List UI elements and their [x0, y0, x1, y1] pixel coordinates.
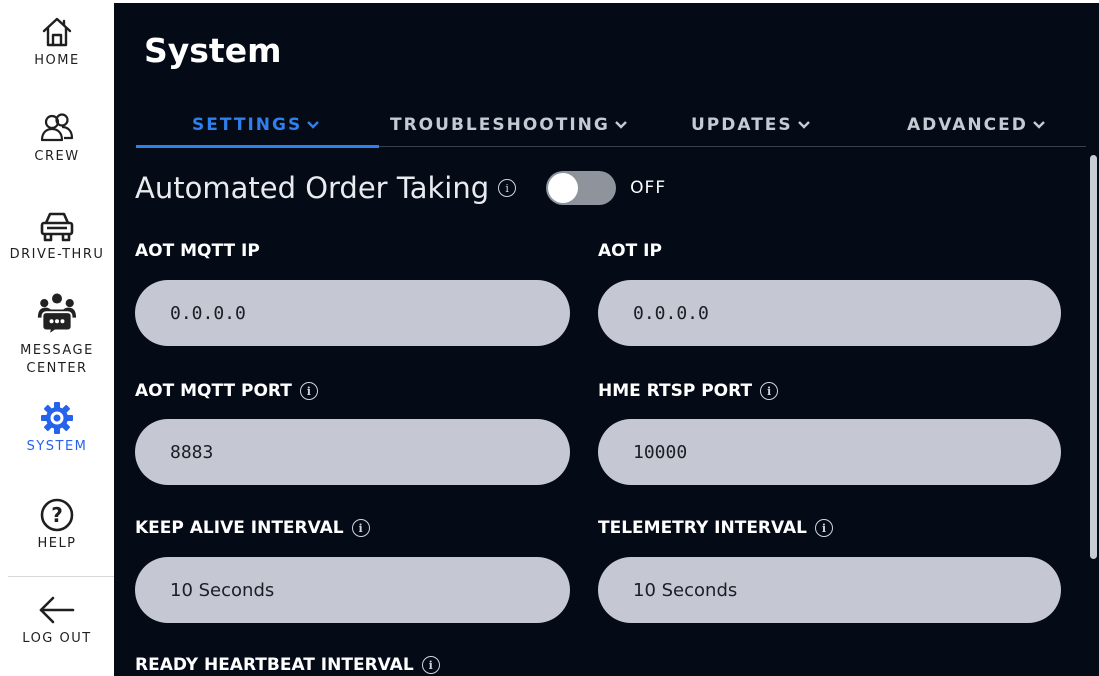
chevron-down-icon [614, 121, 627, 129]
aot-mqtt-ip-label: AOT MQTT IP [135, 241, 260, 261]
aot-mqtt-port-label: AOT MQTT PORT i [135, 381, 318, 401]
tab-settings-label: SETTINGS [192, 115, 303, 135]
aot-mqtt-port-input[interactable] [135, 419, 570, 485]
info-icon[interactable]: i [498, 179, 517, 197]
aot-toggle[interactable] [546, 171, 617, 205]
keep-alive-interval-input[interactable] [135, 557, 570, 623]
svg-text:?: ? [51, 503, 63, 527]
info-icon[interactable]: i [421, 656, 440, 674]
help-icon: ? [37, 497, 77, 533]
aot-ip-input[interactable] [598, 280, 1061, 346]
aot-mqtt-port-label-text: AOT MQTT PORT [135, 381, 292, 401]
info-icon[interactable]: i [351, 519, 370, 537]
nav-drive-thru[interactable]: DRIVE-THRU [0, 208, 114, 264]
nav-log-out[interactable]: LOG OUT [0, 592, 114, 648]
nav-system[interactable]: SYSTEM [0, 400, 114, 456]
hme-rtsp-port-label-text: HME RTSP PORT [598, 381, 753, 401]
chevron-down-icon [1033, 121, 1045, 129]
telemetry-interval-label-text: TELEMETRY INTERVAL [598, 518, 808, 538]
sidebar-divider [8, 576, 114, 577]
nav-help-label: HELP [37, 536, 77, 551]
scrollbar[interactable] [1090, 155, 1097, 559]
tab-updates-label: UPDATES [691, 115, 793, 135]
nav-drive-thru-label: DRIVE-THRU [9, 247, 105, 262]
nav-message-center-label: MESSAGE CENTER [20, 343, 94, 376]
nav-system-label: SYSTEM [26, 439, 88, 454]
hme-rtsp-port-input[interactable] [598, 419, 1061, 485]
nav-message-center[interactable]: MESSAGE CENTER [0, 288, 114, 378]
message-center-icon [37, 288, 77, 340]
chevron-down-icon [797, 121, 810, 129]
nav-crew-label: CREW [34, 149, 80, 164]
info-icon[interactable]: i [299, 382, 318, 400]
home-icon [37, 14, 77, 50]
tab-updates[interactable]: UPDATES [691, 115, 811, 135]
telemetry-interval-label: TELEMETRY INTERVAL i [598, 518, 834, 538]
crew-icon [37, 110, 77, 146]
info-icon[interactable]: i [815, 519, 834, 537]
aot-toggle-state: OFF [630, 178, 667, 198]
gear-icon [37, 400, 77, 436]
info-icon[interactable]: i [760, 382, 779, 400]
sidebar: HOME CREW DRIVE-THRU MESSAGE CENTER SYST… [0, 0, 114, 676]
aot-title: Automated Order Taking [135, 171, 490, 205]
arrow-left-icon [37, 592, 77, 628]
page-title: System [144, 31, 282, 70]
car-icon [37, 208, 77, 244]
toggle-knob [548, 173, 579, 203]
keep-alive-interval-label-text: KEEP ALIVE INTERVAL [135, 518, 344, 538]
ready-heartbeat-interval-label-text: READY HEARTBEAT INTERVAL [135, 655, 414, 675]
aot-mqtt-ip-label-text: AOT MQTT IP [135, 241, 260, 261]
tab-troubleshooting-label: TROUBLESHOOTING [390, 115, 610, 135]
chevron-down-icon [307, 121, 320, 129]
hme-rtsp-port-label: HME RTSP PORT i [598, 381, 779, 401]
nav-log-out-label: LOG OUT [22, 631, 92, 646]
tab-advanced-label: ADVANCED [907, 115, 1028, 135]
aot-ip-label-text: AOT IP [598, 241, 662, 261]
active-tab-indicator [136, 145, 379, 148]
nav-home[interactable]: HOME [0, 14, 114, 70]
aot-ip-label: AOT IP [598, 241, 662, 261]
nav-crew[interactable]: CREW [0, 110, 114, 166]
main-panel: System SETTINGS TROUBLESHOOTING UPDATES … [114, 3, 1099, 676]
tab-advanced[interactable]: ADVANCED [907, 115, 1046, 135]
telemetry-interval-input[interactable] [598, 557, 1061, 623]
keep-alive-interval-label: KEEP ALIVE INTERVAL i [135, 518, 370, 538]
tab-troubleshooting[interactable]: TROUBLESHOOTING [390, 115, 628, 135]
nav-home-label: HOME [34, 53, 80, 68]
ready-heartbeat-interval-label: READY HEARTBEAT INTERVAL i [135, 655, 440, 675]
aot-mqtt-ip-input[interactable] [135, 280, 570, 346]
tab-settings[interactable]: SETTINGS [192, 115, 320, 135]
nav-help[interactable]: ? HELP [0, 497, 114, 553]
aot-row: Automated Order Taking i OFF [135, 171, 666, 205]
tab-bar: SETTINGS TROUBLESHOOTING UPDATES ADVANCE… [136, 103, 1086, 148]
